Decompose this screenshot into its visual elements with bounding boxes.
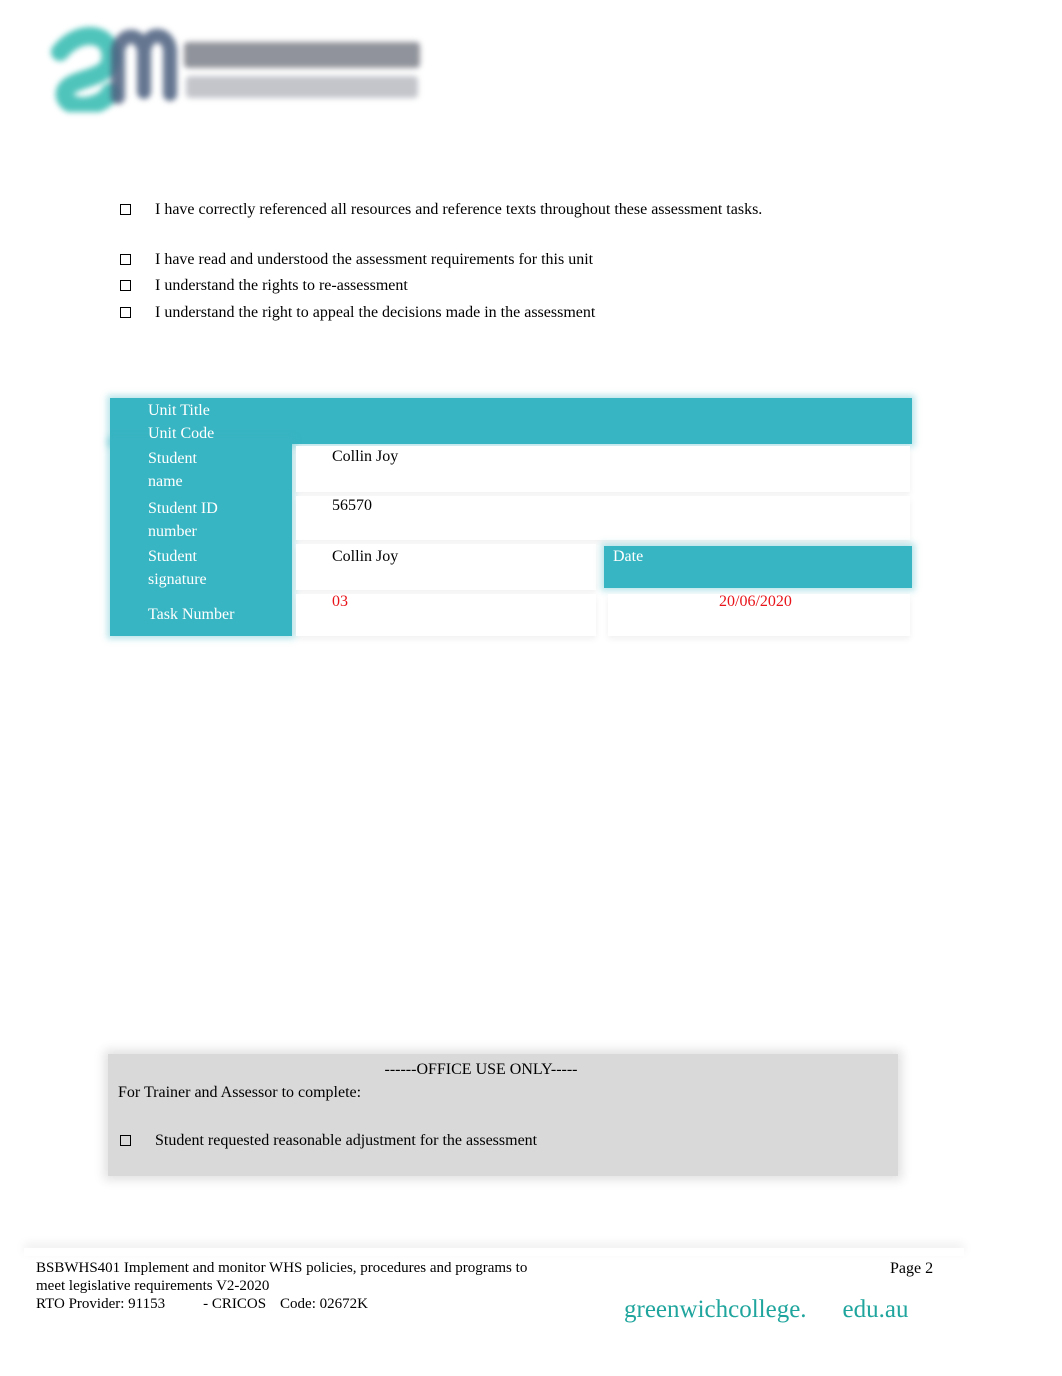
label-line: signature bbox=[148, 571, 207, 588]
footer-unit-line: meet legislative requirements V2-2020 bbox=[36, 1278, 270, 1294]
declaration-item: I have correctly referenced all resource… bbox=[118, 198, 798, 221]
date-value: 20/06/2020 bbox=[719, 593, 792, 610]
website-domain: greenwichcollege. bbox=[624, 1296, 807, 1323]
unit-title-label: Unit Title bbox=[148, 402, 210, 419]
checkbox[interactable] bbox=[120, 1135, 131, 1146]
website-link[interactable]: greenwichcollege. edu.au bbox=[624, 1296, 909, 1324]
unit-code-label: Unit Code bbox=[148, 425, 215, 442]
footer-unit-info: BSBWHS401 Implement and monitor WHS poli… bbox=[36, 1259, 576, 1313]
office-use-item: Student requested reasonable adjustment … bbox=[120, 1129, 537, 1152]
label-line: number bbox=[148, 523, 197, 540]
student-name-value: Collin Joy bbox=[332, 448, 399, 465]
office-use-panel: ------OFFICE USE ONLY----- For Trainer a… bbox=[108, 1054, 898, 1176]
declaration-item: I understand the right to appeal the dec… bbox=[118, 301, 798, 324]
footer-provider-line: RTO Provider: 91153 - CRICOS Code: 02672K bbox=[36, 1295, 576, 1313]
label-line: Student ID bbox=[148, 500, 218, 517]
unit-header-band bbox=[110, 398, 912, 444]
label-line: Student bbox=[148, 548, 197, 565]
task-number-label: Task Number bbox=[148, 606, 235, 623]
office-use-title: ------OFFICE USE ONLY----- bbox=[384, 1061, 578, 1078]
declaration-text: I have read and understood the assessmen… bbox=[155, 251, 594, 268]
page-number: Page 2 bbox=[890, 1260, 934, 1277]
cricos-label: - CRICOS bbox=[203, 1296, 267, 1312]
declaration-text: I understand the rights to re-assessment bbox=[155, 277, 408, 294]
checkbox[interactable] bbox=[120, 280, 131, 291]
office-use-subtitle: For Trainer and Assessor to complete: bbox=[118, 1084, 362, 1101]
task-number-value: 03 bbox=[332, 593, 348, 610]
rto-provider: RTO Provider: 91153 bbox=[36, 1296, 166, 1312]
declaration-item: I understand the rights to re-assessment bbox=[118, 274, 798, 297]
checkbox[interactable] bbox=[120, 204, 131, 215]
logo-mark-icon bbox=[51, 27, 177, 112]
date-label-cell bbox=[604, 546, 912, 588]
declaration-item: I have read and understood the assessmen… bbox=[118, 248, 798, 271]
student-signature-label: Student signature bbox=[148, 545, 207, 591]
college-logo bbox=[30, 16, 430, 116]
student-name-label: Student name bbox=[148, 447, 197, 493]
student-id-cell[interactable] bbox=[296, 496, 910, 540]
declaration-text: I understand the right to appeal the dec… bbox=[155, 304, 596, 321]
website-tld: edu.au bbox=[842, 1296, 909, 1323]
student-id-value: 56570 bbox=[332, 497, 372, 514]
office-use-item-text: Student requested reasonable adjustment … bbox=[155, 1132, 538, 1149]
student-id-label: Student ID number bbox=[148, 497, 218, 543]
date-label: Date bbox=[613, 548, 644, 565]
student-signature-value: Collin Joy bbox=[332, 548, 399, 565]
label-line: name bbox=[148, 473, 183, 490]
cricos-code: Code: 02672K bbox=[280, 1296, 368, 1312]
checkbox[interactable] bbox=[120, 254, 131, 265]
logo-subtitle bbox=[186, 76, 418, 98]
declaration-text: I have correctly referenced all resource… bbox=[155, 201, 763, 218]
logo-wordmark bbox=[184, 42, 420, 68]
footer-unit-line: BSBWHS401 Implement and monitor WHS poli… bbox=[36, 1260, 528, 1276]
checkbox[interactable] bbox=[120, 307, 131, 318]
label-line: Student bbox=[148, 450, 197, 467]
footer-divider bbox=[24, 1248, 964, 1256]
